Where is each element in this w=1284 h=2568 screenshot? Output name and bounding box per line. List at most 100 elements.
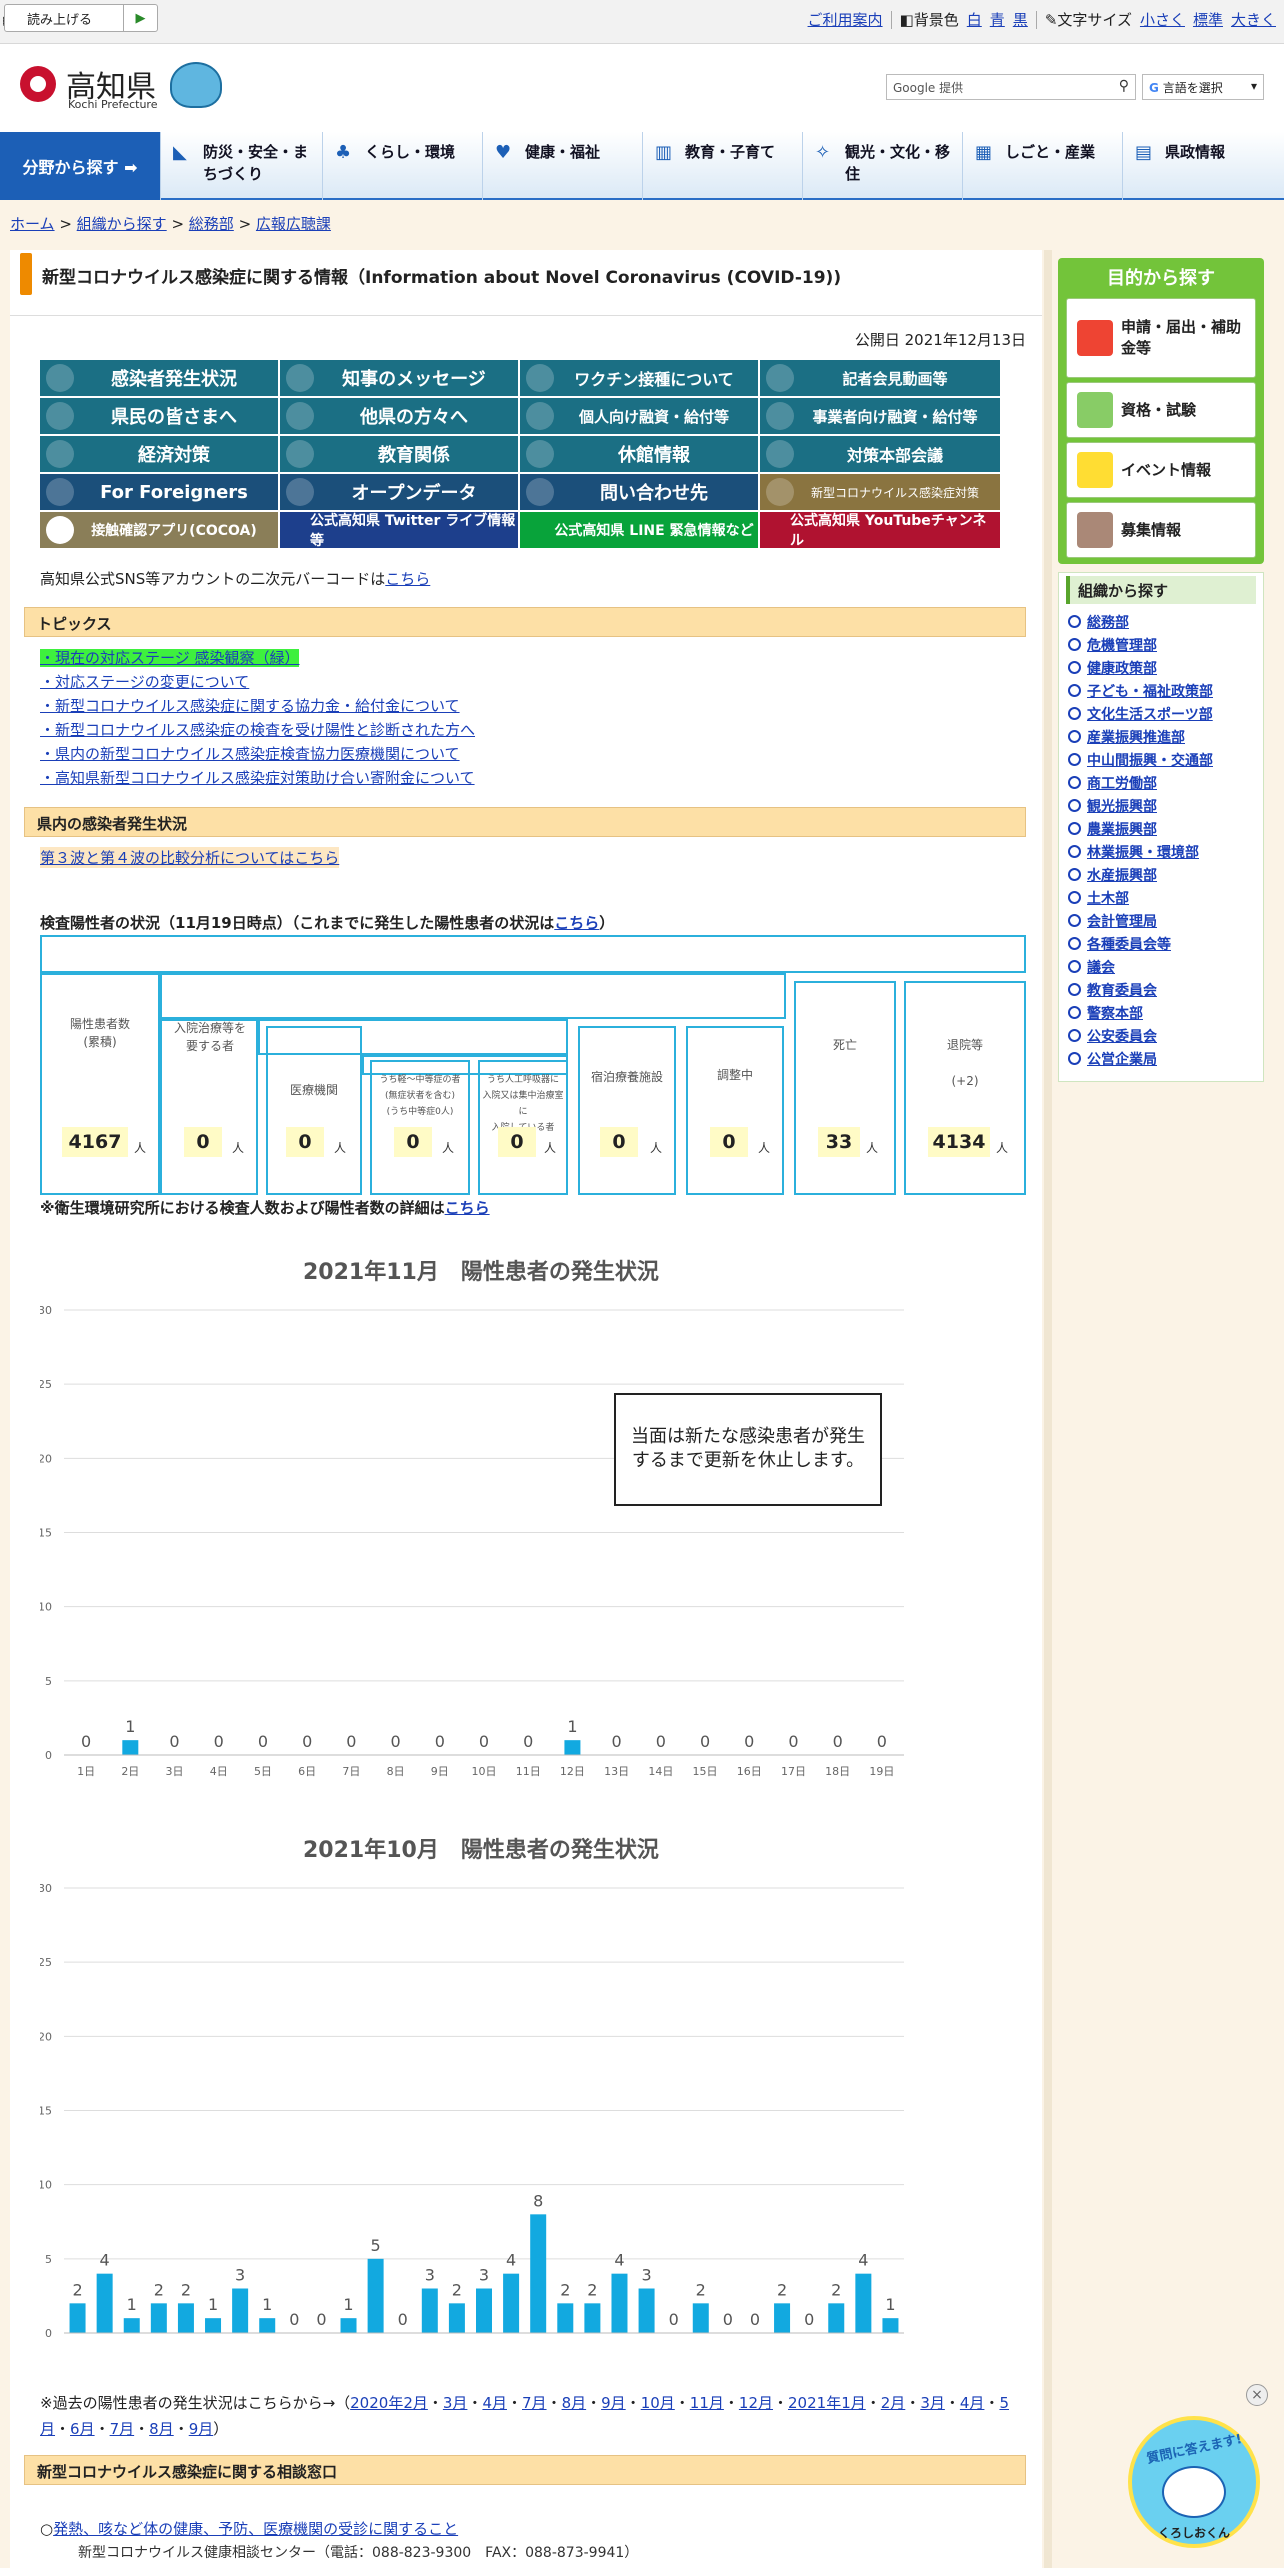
past-month-link[interactable]: 2021年1月 <box>788 2394 866 2412</box>
topic-item[interactable]: ・新型コロナウイルス感染症の検査を受け陽性と診断された方へ <box>40 718 475 742</box>
nav-item-work[interactable]: ▦ しごと・産業 <box>962 132 1122 200</box>
sidebar-org-item[interactable]: 商工労働部 <box>1068 773 1213 796</box>
banner-contact[interactable]: 問い合わせ先 <box>520 474 758 510</box>
read-aloud-button[interactable]: 読み上げる ▶ <box>4 4 158 32</box>
language-select[interactable]: G 言語を選択 ▾ <box>1142 74 1264 100</box>
topic-item[interactable]: ・高知県新型コロナウイルス感染症対策助け合い寄附金について <box>40 766 475 790</box>
sidebar-org-item[interactable]: 教育委員会 <box>1068 980 1213 1003</box>
banner-governor-message[interactable]: 知事のメッセージ <box>280 360 518 396</box>
nav-item-education[interactable]: ▥ 教育・子育て <box>642 132 802 200</box>
past-month-link[interactable]: 4月 <box>482 2394 507 2412</box>
breadcrumb-general-affairs[interactable]: 総務部 <box>189 215 234 233</box>
sidebar-org-item[interactable]: 産業振興推進部 <box>1068 727 1213 750</box>
past-month-link[interactable]: 4月 <box>960 2394 985 2412</box>
font-large-link[interactable]: 大きく <box>1231 9 1276 30</box>
prefecture-emblem-icon[interactable] <box>20 66 56 102</box>
banner-closures[interactable]: 休館情報 <box>520 436 758 472</box>
detail-link[interactable]: こちら <box>445 1199 490 1217</box>
past-month-link[interactable]: 3月 <box>920 2394 945 2412</box>
usage-guide-link[interactable]: ご利用案内 <box>808 9 883 30</box>
nav-item-disaster[interactable]: ◣ 防災・安全・まちづくり <box>160 132 322 200</box>
banner-line[interactable]: 公式高知県 LINE 緊急情報など <box>520 512 758 548</box>
sidebar-qualifications-button[interactable]: 資格・試験 <box>1066 382 1256 438</box>
past-month-link[interactable]: 10月 <box>641 2394 675 2412</box>
sidebar-recruitment-button[interactable]: 募集情報 <box>1066 502 1256 558</box>
title-marker <box>20 253 32 295</box>
banner-foreigners[interactable]: For Foreigners <box>40 474 278 510</box>
sidebar-org-item[interactable]: 観光振興部 <box>1068 796 1213 819</box>
sidebar-org-item[interactable]: 公安委員会 <box>1068 1026 1213 1049</box>
sidebar-org-item[interactable]: 危機管理部 <box>1068 635 1213 658</box>
breadcrumb-org[interactable]: 組織から探す <box>77 215 167 233</box>
sidebar-org-item[interactable]: 公営企業局 <box>1068 1049 1213 1072</box>
sidebar-org-item[interactable]: 土木部 <box>1068 888 1213 911</box>
sidebar-org-item[interactable]: 水産振興部 <box>1068 865 1213 888</box>
banner-hq-meeting[interactable]: 対策本部会議 <box>760 436 1000 472</box>
bg-blue-link[interactable]: 青 <box>990 9 1005 30</box>
sidebar-org-item[interactable]: 警察本部 <box>1068 1003 1213 1026</box>
banner-youtube[interactable]: 公式高知県 YouTubeチャンネル <box>760 512 1000 548</box>
banner-business-loans[interactable]: 事業者向け融資・給付等 <box>760 398 1000 434</box>
past-month-link[interactable]: 9月 <box>189 2420 214 2438</box>
breadcrumb-home[interactable]: ホーム <box>10 215 55 233</box>
sidebar-org-item[interactable]: 会計管理局 <box>1068 911 1213 934</box>
wave-comparison-link[interactable]: 第３波と第４波の比較分析についてはこちら <box>40 847 340 868</box>
banner-twitter[interactable]: 公式高知県 Twitter ライブ情報等 <box>280 512 518 548</box>
banner-cabinet-measures[interactable]: 新型コロナウイルス感染症対策 <box>760 474 1000 510</box>
sidebar-org-item[interactable]: 農業振興部 <box>1068 819 1213 842</box>
sidebar-applications-button[interactable]: 申請・届出・補助金等 <box>1066 298 1256 378</box>
chatbot-mascot-button[interactable]: 質問に答えます! くろしおくん <box>1128 2416 1260 2548</box>
banner-cases[interactable]: 感染者発生状況 <box>40 360 278 396</box>
banner-press-videos[interactable]: 記者会見動画等 <box>760 360 1000 396</box>
bg-black-link[interactable]: 黒 <box>1013 9 1028 30</box>
topic-item[interactable]: ・新型コロナウイルス感染症に関する協力金・給付金について <box>40 694 475 718</box>
bg-white-link[interactable]: 白 <box>967 9 982 30</box>
banner-cocoa-app[interactable]: 接触確認アプリ(COCOA) <box>40 512 278 548</box>
status-history-link[interactable]: こちら <box>554 914 599 932</box>
past-month-link[interactable]: 7月 <box>110 2420 135 2438</box>
consult-health-link[interactable]: 発熱、咳など体の健康、予防、医療機関の受診に関すること <box>53 2520 458 2538</box>
nav-browse-by-field[interactable]: 分野から探す ➡ <box>0 132 160 200</box>
banner-open-data[interactable]: オープンデータ <box>280 474 518 510</box>
nav-item-health[interactable]: ♥ 健康・福祉 <box>482 132 642 200</box>
sidebar-org-item[interactable]: 文化生活スポーツ部 <box>1068 704 1213 727</box>
topic-item[interactable]: ・県内の新型コロナウイルス感染症検査協力医療機関について <box>40 742 475 766</box>
nav-item-tourism[interactable]: ✧ 観光・文化・移住 <box>802 132 962 200</box>
sidebar-org-item[interactable]: 議会 <box>1068 957 1213 980</box>
banner-vaccine[interactable]: ワクチン接種について <box>520 360 758 396</box>
font-standard-link[interactable]: 標準 <box>1193 9 1223 30</box>
close-icon[interactable]: × <box>1246 2384 1268 2406</box>
past-month-link[interactable]: 12月 <box>739 2394 773 2412</box>
sidebar-org-item[interactable]: 健康政策部 <box>1068 658 1213 681</box>
past-month-link[interactable]: 2月 <box>881 2394 906 2412</box>
past-month-link[interactable]: 8月 <box>149 2420 174 2438</box>
past-month-link[interactable]: 11月 <box>690 2394 724 2412</box>
topic-item[interactable]: ・対応ステージの変更について <box>40 670 475 694</box>
sidebar-org-item[interactable]: 子ども・福祉政策部 <box>1068 681 1213 704</box>
past-month-link[interactable]: 9月 <box>601 2394 626 2412</box>
nav-item-living[interactable]: ♣ くらし・環境 <box>322 132 482 200</box>
banner-education[interactable]: 教育関係 <box>280 436 518 472</box>
sidebar-org-item[interactable]: 各種委員会等 <box>1068 934 1213 957</box>
past-month-link[interactable]: 8月 <box>562 2394 587 2412</box>
sns-qr-link[interactable]: こちら <box>385 570 430 588</box>
sidebar-org-item[interactable]: 総務部 <box>1068 612 1213 635</box>
sidebar-org-item[interactable]: 中山間振興・交通部 <box>1068 750 1213 773</box>
past-month-link[interactable]: 3月 <box>443 2394 468 2412</box>
banner-other-prefectures[interactable]: 他県の方々へ <box>280 398 518 434</box>
sidebar-org-item[interactable]: 林業振興・環境部 <box>1068 842 1213 865</box>
past-month-link[interactable]: 6月 <box>70 2420 95 2438</box>
play-icon[interactable]: ▶ <box>123 5 157 31</box>
past-month-link[interactable]: 2020年2月 <box>350 2394 428 2412</box>
topic-item[interactable]: ・現在の対応ステージ 感染観察（緑） <box>40 646 475 670</box>
past-month-link[interactable]: 7月 <box>522 2394 547 2412</box>
nav-item-government[interactable]: ▤ 県政情報 <box>1122 132 1284 200</box>
banner-economic-measures[interactable]: 経済対策 <box>40 436 278 472</box>
search-icon[interactable]: ⚲ <box>1119 78 1129 94</box>
banner-personal-loans[interactable]: 個人向け融資・給付等 <box>520 398 758 434</box>
sidebar-events-button[interactable]: イベント情報 <box>1066 442 1256 498</box>
breadcrumb-pr-division[interactable]: 広報広聴課 <box>256 215 331 233</box>
font-small-link[interactable]: 小さく <box>1140 9 1185 30</box>
search-input[interactable]: Google 提供 ⚲ <box>886 74 1136 100</box>
banner-residents[interactable]: 県民の皆さまへ <box>40 398 278 434</box>
